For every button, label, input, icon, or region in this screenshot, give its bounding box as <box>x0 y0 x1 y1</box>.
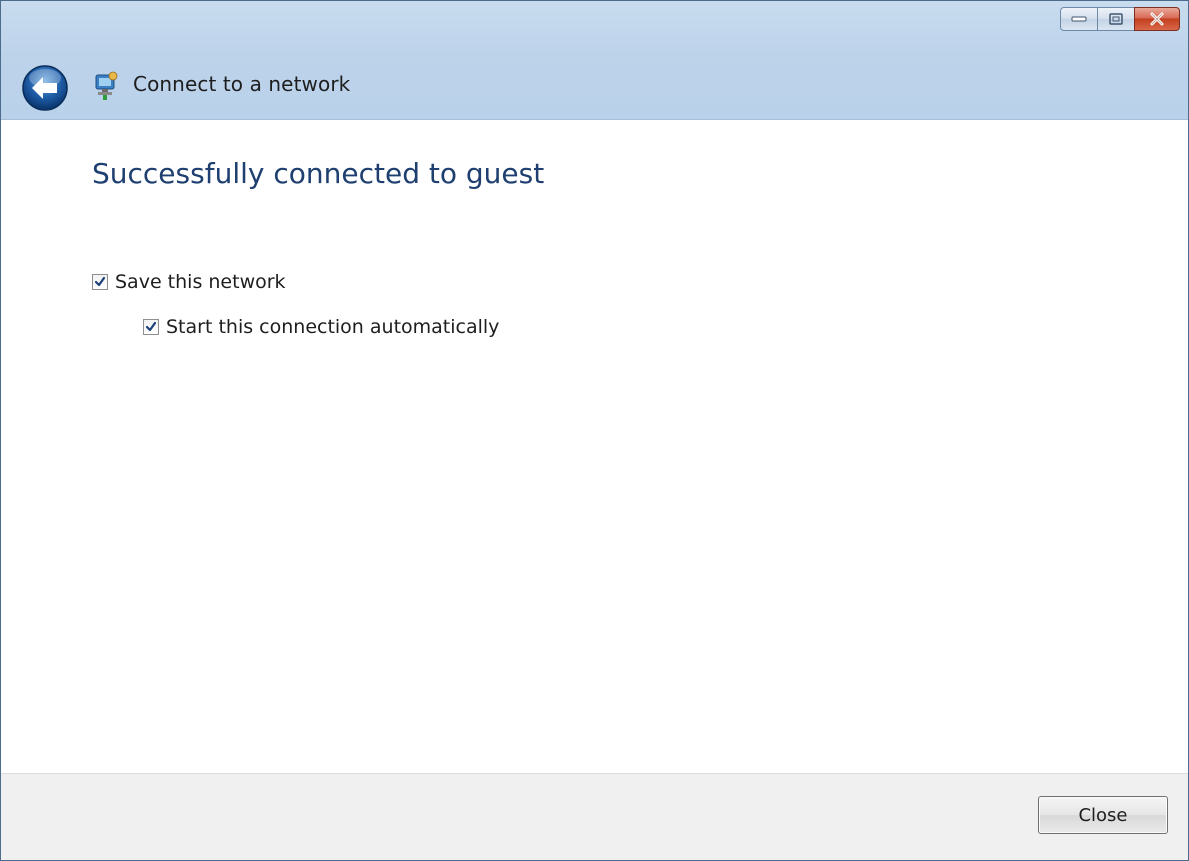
minimize-button[interactable] <box>1060 7 1098 31</box>
checkmark-icon <box>94 276 106 287</box>
auto-connect-option[interactable]: Start this connection automatically <box>143 316 499 338</box>
close-icon <box>1150 12 1164 26</box>
auto-connect-checkbox[interactable] <box>143 319 159 335</box>
save-network-checkbox[interactable] <box>92 274 108 290</box>
maximize-button[interactable] <box>1097 7 1135 31</box>
back-arrow-icon[interactable] <box>21 64 69 112</box>
title-bar: Connect to a network <box>1 1 1188 119</box>
save-network-label: Save this network <box>115 271 286 293</box>
window-controls <box>1060 7 1180 35</box>
close-button[interactable]: Close <box>1038 796 1168 834</box>
minimize-icon <box>1071 16 1087 22</box>
wizard-footer: Close <box>1 773 1188 860</box>
window-title: Connect to a network <box>133 72 351 96</box>
close-window-button[interactable] <box>1134 7 1180 31</box>
wizard-window: Connect to a network Successfully connec… <box>0 0 1189 861</box>
maximize-icon <box>1109 13 1123 25</box>
save-network-option[interactable]: Save this network <box>92 271 286 293</box>
auto-connect-label: Start this connection automatically <box>166 316 500 338</box>
checkmark-icon <box>145 321 157 332</box>
network-connection-icon <box>95 71 118 100</box>
page-title: Successfully connected to guest <box>92 157 545 190</box>
wizard-content: Successfully connected to guest Save thi… <box>1 119 1188 774</box>
